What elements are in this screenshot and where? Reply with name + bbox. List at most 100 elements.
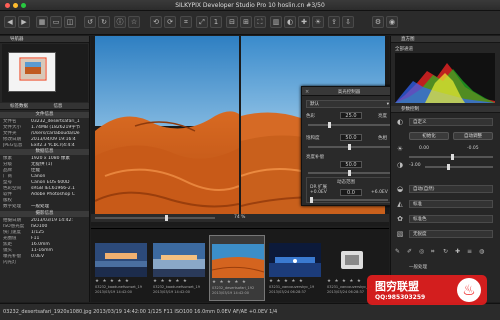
star-icon[interactable]: ☆ bbox=[128, 16, 140, 28]
saturation-slider-knob[interactable] bbox=[348, 144, 351, 150]
noise-icon[interactable]: ▧ bbox=[395, 229, 405, 239]
fullscreen-icon[interactable]: ⛶ bbox=[254, 16, 266, 28]
noise-mode-select[interactable]: 无锐度 bbox=[409, 230, 493, 238]
highlight-preset-select[interactable]: 默认 ▾ bbox=[306, 100, 392, 108]
dr-slider[interactable] bbox=[310, 197, 388, 203]
highlight-icon[interactable]: ☀ bbox=[312, 16, 324, 28]
film-item-rating[interactable]: ★ ★ ★ ★ ★ bbox=[153, 279, 188, 284]
zoom-100-icon[interactable]: 1 bbox=[210, 16, 222, 28]
zoom-slider[interactable] bbox=[95, 215, 215, 221]
zoom-slider-knob[interactable] bbox=[165, 215, 168, 221]
forward-icon[interactable]: ▶ bbox=[18, 16, 30, 28]
initialize-button[interactable]: 初始化 bbox=[409, 132, 449, 140]
tags-info-header[interactable]: 标签数据 信息 bbox=[0, 103, 89, 110]
flame-icon: ♨ bbox=[457, 278, 481, 302]
redo-icon[interactable]: ⟳ bbox=[164, 16, 176, 28]
spot-tool-icon[interactable]: ✚ bbox=[455, 248, 464, 262]
back-icon[interactable]: ◀ bbox=[4, 16, 16, 28]
grid-view-icon[interactable]: ▦ bbox=[36, 16, 48, 28]
partial-correction-icon[interactable]: ◐ bbox=[284, 16, 296, 28]
offset-slider-knob[interactable] bbox=[447, 164, 450, 170]
exposure-icon[interactable]: ☀ bbox=[395, 144, 405, 154]
exposure-slider-knob[interactable] bbox=[451, 154, 454, 160]
highlight-preset-value: 默认 bbox=[310, 102, 319, 107]
brush-icon[interactable]: ✎ bbox=[395, 248, 404, 262]
info-icon[interactable]: ⓘ bbox=[114, 16, 126, 28]
film-item[interactable]: ★ ★ ★ ★ ★ 03232_kaadunefsunset_19 2013/0… bbox=[93, 235, 149, 301]
settings-icon[interactable]: ⚙ bbox=[372, 16, 384, 28]
hue-slider[interactable] bbox=[308, 122, 390, 128]
offset-value[interactable]: -3.00 bbox=[409, 163, 421, 168]
contrast-icon[interactable]: ◑ bbox=[395, 160, 405, 170]
saturation-slider[interactable] bbox=[308, 144, 390, 150]
main-toolbar: ◀ ▶ ▦ ▭ ◫ ↺ ↻ ⓘ ☆ ⟲ ⟳ ⌗ ⤢ 1 ⊟ ⊞ ⛶ ▥ ◐ ✚ … bbox=[0, 11, 500, 35]
fit-icon[interactable]: ⤢ bbox=[196, 16, 208, 28]
film-item-rating[interactable]: ★ ★ ★ ★ ★ bbox=[95, 279, 130, 284]
wb-mode-select[interactable]: 自定义 bbox=[409, 118, 493, 126]
film-item-date: 2013/03/19 14:42:00 bbox=[153, 290, 191, 294]
saturation-right-label: 色相 bbox=[378, 136, 387, 141]
export-icon[interactable]: ⇩ bbox=[342, 16, 354, 28]
saturation-value-field[interactable]: 50.0 bbox=[340, 134, 362, 141]
info-value: 无提供 (1) bbox=[31, 162, 53, 167]
crop-icon[interactable]: ⌗ bbox=[180, 16, 192, 28]
dr-value-field[interactable]: 0.0 bbox=[340, 189, 362, 196]
sharpness-select[interactable]: 标准 bbox=[409, 200, 493, 208]
film-item-rating[interactable]: ★ ★ ★ ★ ★ bbox=[269, 279, 304, 284]
histogram-header[interactable]: 直方图 bbox=[391, 36, 500, 43]
preview-image-before[interactable] bbox=[95, 36, 239, 214]
lens-correction-icon[interactable]: ◍ bbox=[479, 248, 488, 262]
info-value: 2013/04/09 19:16:4 bbox=[31, 137, 76, 142]
highlight-controller-panel: × 高光控制器 默认 ▾ 色彩 25.0 亮度 饱和度 50.0 色相 亮度补偿… bbox=[301, 86, 397, 206]
eyedropper-icon[interactable]: ✐ bbox=[407, 248, 416, 262]
lens-icon[interactable]: ◎ bbox=[419, 248, 428, 262]
rotate-tool-icon[interactable]: ↻ bbox=[443, 248, 452, 262]
film-item-rating[interactable]: ★ ★ ★ ★ ★ bbox=[327, 279, 362, 284]
processing-label: 一般处理 bbox=[409, 265, 427, 270]
hue-slider-knob[interactable] bbox=[328, 122, 331, 128]
histogram-toggle-icon[interactable]: ▥ bbox=[270, 16, 282, 28]
develop-icon[interactable]: ⇪ bbox=[328, 16, 340, 28]
spot-removal-icon[interactable]: ✚ bbox=[298, 16, 310, 28]
watermark-qq: QQ:985303259 bbox=[375, 294, 426, 301]
brightness-value-field[interactable]: 50.0 bbox=[340, 161, 362, 168]
film-item[interactable]: ★ ★ ★ ★ ★ 03231_vancouverskyc_19 2013/03… bbox=[267, 235, 323, 301]
tone-icon[interactable]: ◒ bbox=[395, 184, 405, 194]
single-view-icon[interactable]: ▭ bbox=[50, 16, 62, 28]
dr-slider-knob[interactable] bbox=[310, 197, 313, 203]
film-item-selected[interactable]: ★ ★ ★ ★ ★ 03232_desertsafari_192 2013/03… bbox=[209, 235, 265, 301]
rotate-left-icon[interactable]: ↺ bbox=[84, 16, 96, 28]
ev-value[interactable]: -0.05 bbox=[467, 146, 479, 151]
params-header[interactable]: 参数控制 bbox=[391, 106, 500, 113]
white-balance-icon[interactable]: ◐ bbox=[395, 117, 405, 127]
undo-icon[interactable]: ⟲ bbox=[150, 16, 162, 28]
hue-value-field[interactable]: 25.0 bbox=[340, 112, 362, 119]
offset-slider[interactable] bbox=[425, 164, 493, 170]
crop-tool-icon[interactable]: ⌗ bbox=[431, 248, 440, 262]
info-value: 16.0mm bbox=[31, 242, 50, 247]
color-mode-value: 标准色 bbox=[413, 217, 427, 222]
sample-icon[interactable]: ◉ bbox=[386, 16, 398, 28]
exposure-slider[interactable] bbox=[409, 154, 493, 160]
histogram-mode[interactable]: 全部通道 bbox=[395, 46, 413, 52]
highlight-panel-titlebar[interactable]: × 高光控制器 bbox=[302, 87, 396, 96]
auto-adjust-button[interactable]: 自动调整 bbox=[453, 132, 493, 140]
fine-tune-icon[interactable]: ≡ bbox=[467, 248, 476, 262]
rotate-right-icon[interactable]: ↻ bbox=[98, 16, 110, 28]
film-item-rating[interactable]: ★ ★ ★ ★ ★ bbox=[212, 280, 247, 285]
navigator-thumbnail[interactable] bbox=[8, 52, 56, 92]
color-mode-select[interactable]: 标准色 bbox=[409, 215, 493, 223]
tone-mode-select[interactable]: 自动(自然) bbox=[409, 185, 493, 193]
compare-view-icon[interactable]: ◫ bbox=[64, 16, 76, 28]
compare-split-icon[interactable]: ⊟ bbox=[226, 16, 238, 28]
layout-icon[interactable]: ⊞ bbox=[240, 16, 252, 28]
film-item[interactable]: ★ ★ ★ ★ ★ 03232_kaadunefsunset_19 2013/0… bbox=[151, 235, 207, 301]
sharpness-icon[interactable]: ◭ bbox=[395, 199, 405, 209]
brightness-slider[interactable] bbox=[308, 170, 390, 176]
brightness-slider-knob[interactable] bbox=[348, 170, 351, 176]
navigator-header[interactable]: 导航器 bbox=[0, 36, 89, 43]
exposure-value[interactable]: 0.00 bbox=[419, 146, 429, 151]
color-icon[interactable]: ✿ bbox=[395, 214, 405, 224]
info-key: 闪光灯 bbox=[3, 260, 17, 265]
info-tab[interactable]: 信息 bbox=[53, 104, 62, 109]
